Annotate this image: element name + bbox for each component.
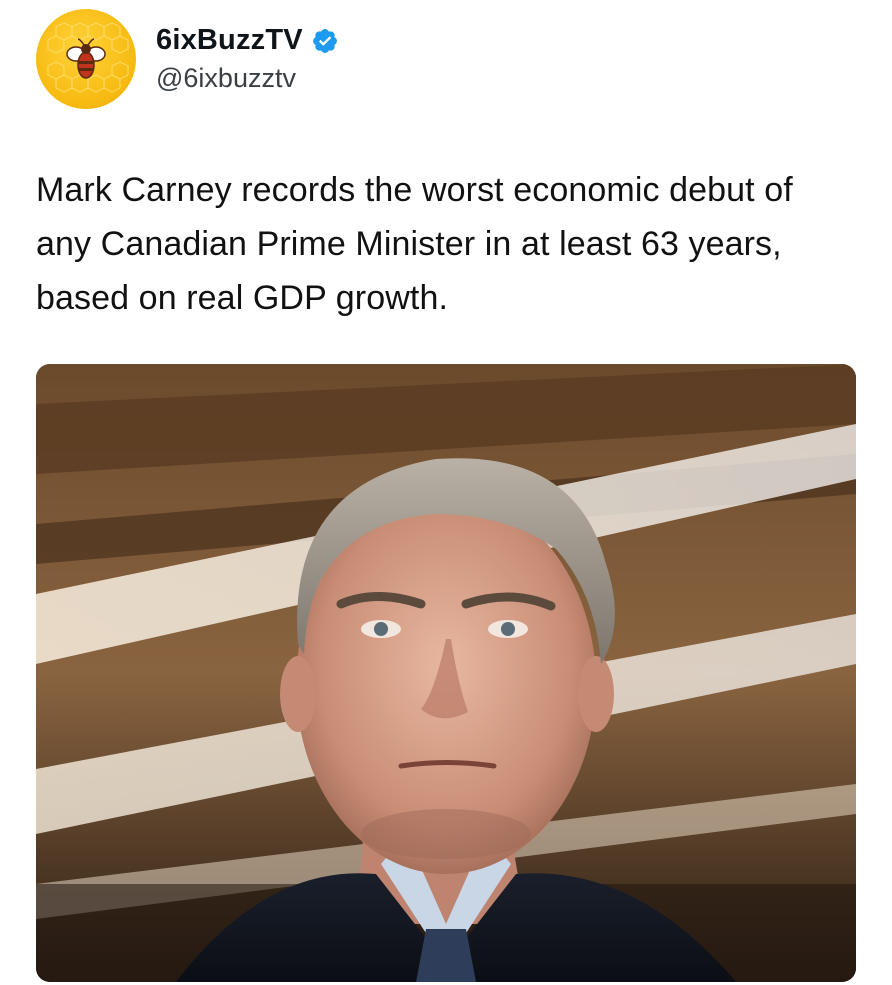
portrait-photo [36, 364, 856, 982]
tweet-header: 6ixBuzzTV @6ixbuzztv [36, 8, 339, 110]
display-name[interactable]: 6ixBuzzTV [156, 24, 303, 57]
name-row: 6ixBuzzTV [156, 24, 339, 57]
tweet-card: 6ixBuzzTV @6ixbuzztv Mark Carney records… [0, 0, 892, 985]
author-handle[interactable]: @6ixbuzztv [156, 63, 339, 94]
tweet-photo[interactable] [36, 364, 856, 982]
verified-badge-icon [311, 27, 339, 55]
bee-logo-icon [47, 22, 129, 93]
tweet-text: Mark Carney records the worst economic d… [36, 171, 793, 317]
author-identity: 6ixBuzzTV @6ixbuzztv [156, 24, 339, 94]
avatar[interactable] [36, 9, 136, 109]
